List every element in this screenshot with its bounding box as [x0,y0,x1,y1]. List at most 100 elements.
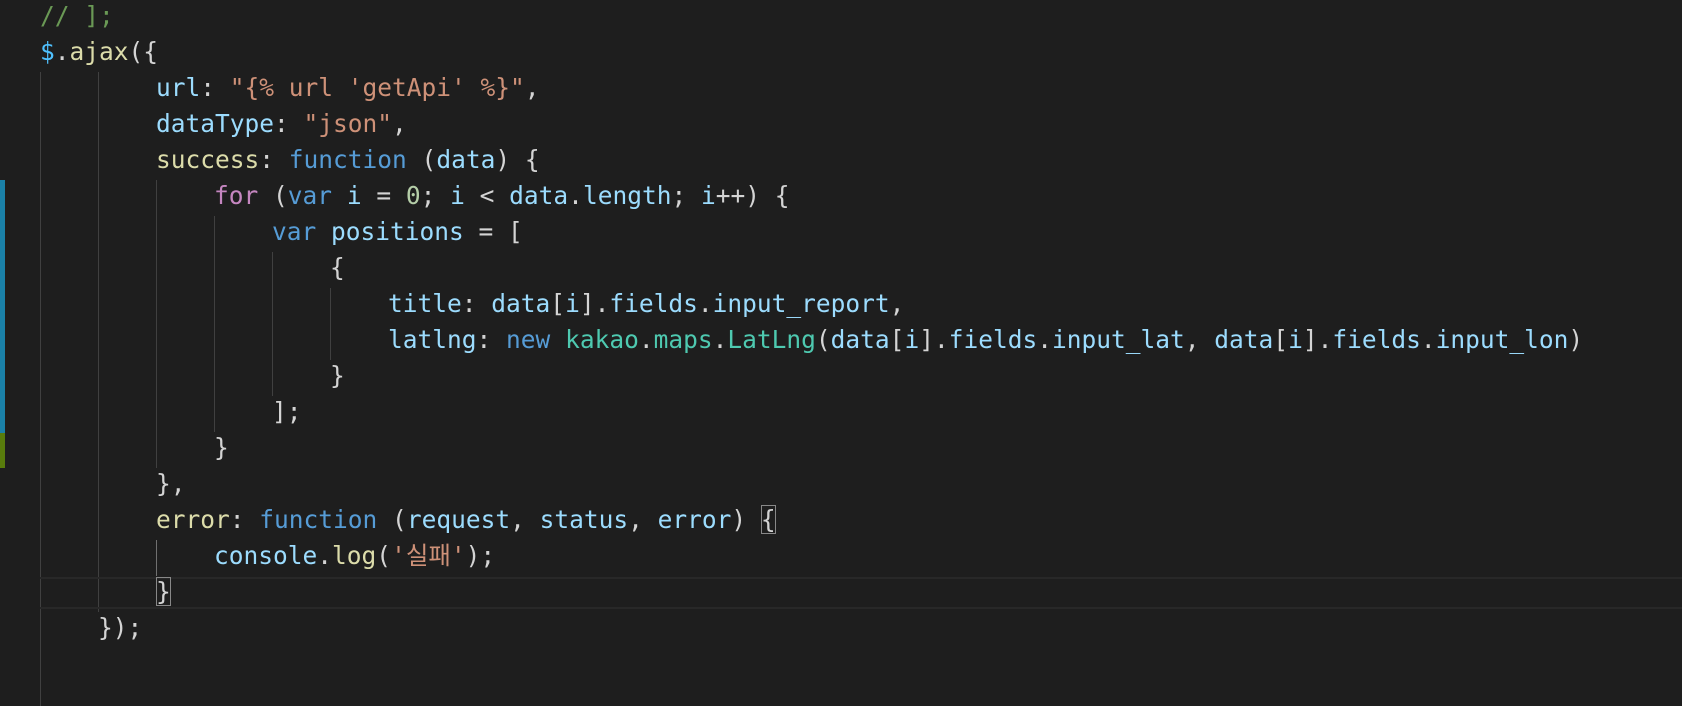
code-line[interactable]: for (var i = 0; i < data.length; i++) { [40,178,790,214]
code-token: : [200,73,230,102]
code-token: maps [653,325,713,354]
code-token: ( [406,145,437,174]
code-token: ); [465,541,496,570]
code-token: : [259,145,289,174]
code-token: , [524,73,540,102]
code-token: url [156,73,201,102]
code-token: status [539,505,629,534]
code-line[interactable]: console.log('실패'); [40,538,495,574]
code-line[interactable]: success: function (data) { [40,142,540,178]
code-line[interactable]: $.ajax({ [40,34,158,70]
code-token: ; [420,181,451,210]
code-token: { [330,253,345,282]
code-token: , [392,109,407,138]
code-token: }, [156,469,186,498]
code-token: input_lat [1052,325,1185,354]
code-token: ) [731,505,761,534]
code-line[interactable]: ]; [40,394,302,430]
code-token: ; [671,181,701,210]
git-modified-marker [0,180,5,433]
code-token: data [436,145,496,174]
code-token: [ [889,325,905,354]
code-token: ++) { [715,181,790,210]
matched-bracket: } [156,577,171,606]
code-token: error [156,505,230,534]
code-token: , [889,289,905,318]
code-token: data [491,289,551,318]
code-token: ( [815,325,831,354]
code-token: ]; [272,397,302,426]
code-token: : [476,325,507,354]
code-token: // ]; [40,1,114,30]
code-token: function [288,145,407,174]
code-token: : [229,505,260,534]
code-line[interactable]: }); [40,610,142,646]
code-token: new [506,325,551,354]
code-token: latlng [388,325,477,354]
code-token: . [568,181,583,210]
code-line[interactable]: url: "{% url 'getApi' %}", [40,70,540,106]
code-token: ( [377,505,407,534]
code-token: . [1037,325,1052,354]
code-token: var [272,217,317,246]
code-token: data [1214,325,1274,354]
code-token: function [259,505,378,534]
code-token: [ [550,289,566,318]
code-token: ) [1568,325,1584,354]
code-token: i [700,181,716,210]
code-token: data [509,181,569,210]
code-token: ) { [495,145,540,174]
code-token: LatLng [727,325,816,354]
code-token: ( [376,541,392,570]
code-token: = [ [463,217,523,246]
code-token: kakao [565,325,639,354]
code-token: length [582,181,672,210]
code-token: i [346,181,362,210]
code-token: error [657,505,732,534]
code-line[interactable]: latlng: new kakao.maps.LatLng(data[i].fi… [40,322,1583,358]
code-token: ({ [128,37,159,66]
code-token: log [332,541,377,570]
code-token: fields [1332,325,1421,354]
code-token: i [565,289,580,318]
code-token: : [274,109,304,138]
code-token: , [510,505,540,534]
code-token: ]. [579,289,610,318]
code-token: var [287,181,333,210]
code-token: = [361,181,406,210]
code-line[interactable]: error: function (request, status, error)… [40,502,776,538]
code-token: positions [331,217,464,246]
code-token: ajax [69,37,129,66]
code-token: for [214,181,259,210]
code-line[interactable]: } [40,430,229,466]
code-token: fields [948,325,1038,354]
code-token: i [1288,325,1303,354]
code-line[interactable]: }, [40,466,186,502]
code-token: ]. [1302,325,1333,354]
code-line[interactable]: } [40,574,171,610]
code-token: data [830,325,890,354]
code-editor[interactable]: // ]; $.ajax({url: "{% url 'getApi' %}", d… [0,0,1682,706]
code-line[interactable]: { [40,250,345,286]
code-token: . [697,289,713,318]
code-token: . [638,325,654,354]
code-line[interactable]: var positions = [ [40,214,523,250]
code-token: }); [98,613,143,642]
code-token: } [214,433,229,462]
code-line[interactable]: title: data[i].fields.input_report, [40,286,904,322]
code-token: [ [1273,325,1289,354]
code-token: title [388,289,462,318]
code-line[interactable]: // ]; [40,0,114,34]
code-token: , [628,505,658,534]
code-token: ]. [919,325,949,354]
code-token: } [330,361,345,390]
code-line[interactable]: } [40,358,345,394]
git-added-marker [0,433,5,468]
code-token: input_lon [1435,325,1569,354]
code-line[interactable]: dataType: "json", [40,106,407,142]
matched-bracket: { [760,505,776,534]
code-token: . [317,541,333,570]
